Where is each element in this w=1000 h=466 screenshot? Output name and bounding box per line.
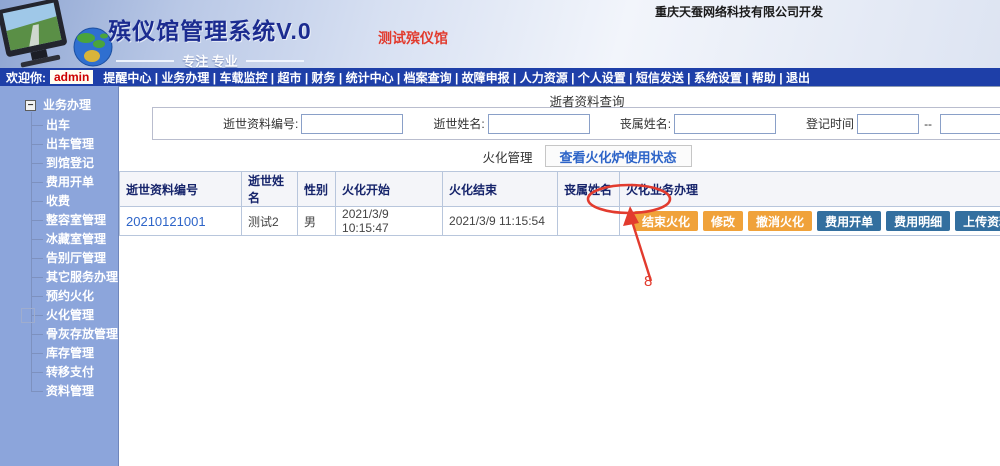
nav-menu: 提醒中心业务办理车载监控超市财务统计中心档案查询故障申报人力资源个人设置短信发送…: [103, 69, 810, 86]
table-header-cell: 火化开始: [336, 172, 443, 207]
cell-cremation-start: 2021/3/9 10:15:47: [336, 207, 443, 236]
sidebar-root[interactable]: − 业务办理: [0, 96, 118, 114]
family-name-input[interactable]: [674, 114, 776, 134]
upload-file-button[interactable]: 上传资料: [955, 211, 1000, 231]
username-chip[interactable]: admin: [50, 70, 93, 84]
cell-gender: 男: [298, 207, 336, 236]
cremation-section: 火化管理 查看火化炉使用状态: [119, 141, 1000, 171]
welcome-label: 欢迎你:: [6, 69, 46, 86]
cell-family-name: [558, 207, 620, 236]
cremation-table: 逝世资料编号逝世姓名性别火化开始火化结束丧属姓名火化业务办理 202101210…: [119, 171, 1000, 236]
deceased-id-label: 逝世资料编号:: [223, 115, 298, 132]
page-title: 殡仪馆管理系统V.0: [95, 12, 325, 46]
sidebar-item[interactable]: 骨灰存放管理: [0, 325, 118, 344]
nav-item[interactable]: 人力资源: [510, 71, 568, 85]
sidebar-item[interactable]: 到馆登记: [0, 154, 118, 173]
sidebar-item[interactable]: 其它服务办理: [0, 268, 118, 287]
nav-item[interactable]: 车载监控: [209, 71, 267, 85]
edit-button[interactable]: 修改: [703, 211, 743, 231]
sidebar-item[interactable]: 费用开单: [0, 173, 118, 192]
sidebar-item[interactable]: 库存管理: [0, 344, 118, 363]
sidebar-item[interactable]: 出车管理: [0, 135, 118, 154]
collapse-minus-icon[interactable]: −: [25, 100, 36, 111]
sidebar-item[interactable]: 收费: [0, 192, 118, 211]
deceased-name-field: 逝世姓名:: [433, 114, 589, 134]
nav-item[interactable]: 提醒中心: [103, 71, 151, 85]
cell-deceased-id: 20210121001: [120, 207, 242, 236]
nav-item[interactable]: 退出: [776, 71, 810, 85]
register-date-to-input[interactable]: [940, 114, 1000, 134]
nav-item[interactable]: 财务: [302, 71, 336, 85]
nav-item[interactable]: 业务办理: [151, 71, 209, 85]
nav-item[interactable]: 故障申报: [452, 71, 510, 85]
register-date-from-input[interactable]: [857, 114, 919, 134]
app-window: 殡仪馆管理系统V.0 专注 专业 测试殡仪馆 重庆天蚕网络科技有限公司开发 欢迎…: [0, 0, 1000, 466]
table-header-cell: 性别: [298, 172, 336, 207]
app-subtitle: 专注 专业: [95, 51, 325, 68]
sidebar-item[interactable]: 出车: [0, 116, 118, 135]
date-range-separator: --: [924, 117, 932, 131]
sidebar-item[interactable]: 整容室管理: [0, 211, 118, 230]
nav-item[interactable]: 统计中心: [336, 71, 394, 85]
subtitle-rule-left: [116, 60, 174, 62]
fee-detail-button[interactable]: 费用明细: [886, 211, 950, 231]
deceased-id-link[interactable]: 20210121001: [126, 214, 206, 229]
register-time-label: 登记时间: [806, 115, 854, 132]
furnace-status-button[interactable]: 查看火化炉使用状态: [545, 145, 692, 167]
nav-item[interactable]: 帮助: [742, 71, 776, 85]
developer-credit: 重庆天蚕网络科技有限公司开发: [655, 3, 823, 20]
query-section-title: 逝者资料查询: [119, 87, 1000, 105]
sidebar-item[interactable]: 告别厅管理: [0, 249, 118, 268]
table-header-row: 逝世资料编号逝世姓名性别火化开始火化结束丧属姓名火化业务办理: [120, 172, 1000, 207]
nav-item[interactable]: 档案查询: [394, 71, 452, 85]
query-form: 逝世资料编号: 逝世姓名: 丧属姓名: 登记时间 -- 查询: [152, 107, 1000, 140]
billing-button[interactable]: 费用开单: [817, 211, 881, 231]
main-content: 逝者资料查询 逝世资料编号: 逝世姓名: 丧属姓名: 登记时间 --: [119, 86, 1000, 466]
cancel-cremation-button[interactable]: 撤消火化: [748, 211, 812, 231]
sidebar-item[interactable]: 冰藏室管理: [0, 230, 118, 249]
sidebar-item[interactable]: 火化管理: [0, 306, 118, 325]
family-name-field: 丧属姓名:: [620, 114, 776, 134]
table-header-cell: 火化业务办理: [620, 172, 1000, 207]
cell-cremation-end: 2021/3/9 11:15:54: [443, 207, 558, 236]
nav-item[interactable]: 超市: [267, 71, 301, 85]
family-name-label: 丧属姓名:: [620, 115, 671, 132]
table-row: 20210121001 测试2 男 2021/3/9 10:15:47 2021…: [120, 207, 1000, 236]
sidebar-item[interactable]: 预约火化: [0, 287, 118, 306]
app-body: − 业务办理 出车出车管理到馆登记费用开单收费整容室管理冰藏室管理告别厅管理其它…: [0, 86, 1000, 466]
sidebar: − 业务办理 出车出车管理到馆登记费用开单收费整容室管理冰藏室管理告别厅管理其它…: [0, 86, 119, 466]
nav-item[interactable]: 系统设置: [684, 71, 742, 85]
logo-monitor-icon: [0, 0, 70, 68]
cremation-section-label: 火化管理: [483, 147, 533, 166]
app-header: 殡仪馆管理系统V.0 专注 专业 测试殡仪馆 重庆天蚕网络科技有限公司开发: [0, 0, 1000, 68]
deceased-name-label: 逝世姓名:: [433, 115, 484, 132]
deceased-id-field: 逝世资料编号:: [223, 114, 403, 134]
sidebar-root-label: 业务办理: [43, 97, 91, 113]
table-header-cell: 逝世资料编号: [120, 172, 242, 207]
org-name: 测试殡仪馆: [378, 28, 448, 48]
tree-node-box: [21, 308, 35, 323]
end-cremation-button[interactable]: 结束火化: [634, 211, 698, 231]
table-header-cell: 丧属姓名: [558, 172, 620, 207]
table-header-cell: 逝世姓名: [242, 172, 298, 207]
subtitle-rule-right: [246, 60, 304, 62]
top-navbar: 欢迎你: admin 提醒中心业务办理车载监控超市财务统计中心档案查询故障申报人…: [0, 68, 1000, 86]
cell-actions: 结束火化 修改 撤消火化 费用开单 费用明细 上传资料 单据打印▼: [620, 207, 1000, 236]
register-time-field: 登记时间 --: [806, 114, 1000, 134]
sidebar-item[interactable]: 资料管理: [0, 382, 118, 401]
deceased-name-input[interactable]: [488, 114, 590, 134]
nav-item[interactable]: 个人设置: [568, 71, 626, 85]
subtitle-text: 专注 专业: [182, 51, 238, 68]
sidebar-item[interactable]: 转移支付: [0, 363, 118, 382]
deceased-id-input[interactable]: [301, 114, 403, 134]
table-header-cell: 火化结束: [443, 172, 558, 207]
nav-item[interactable]: 短信发送: [626, 71, 684, 85]
cell-deceased-name: 测试2: [242, 207, 298, 236]
sidebar-tree: 出车出车管理到馆登记费用开单收费整容室管理冰藏室管理告别厅管理其它服务办理预约火…: [0, 116, 118, 401]
